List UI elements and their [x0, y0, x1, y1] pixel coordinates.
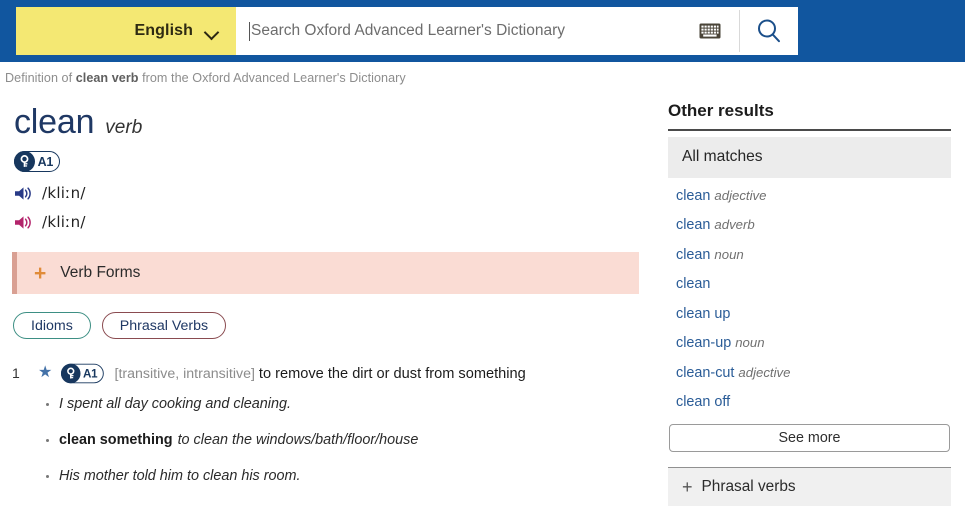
match-word: clean-cut: [676, 364, 735, 381]
idioms-button[interactable]: Idioms: [13, 312, 91, 339]
match-pos: adverb: [714, 217, 755, 233]
match-pos: adjective: [714, 187, 767, 203]
search-field[interactable]: [236, 7, 681, 55]
entry-shortcut-buttons: Idioms Phrasal Verbs: [0, 294, 660, 339]
list-item: His mother told him to clean his room.: [44, 468, 660, 485]
site-header: English: [0, 0, 965, 62]
match-pos: noun: [714, 246, 744, 262]
sidebar-title: Other results: [668, 101, 774, 120]
verb-forms-expander[interactable]: + Verb Forms: [12, 252, 639, 294]
cefr-level-label: A1: [37, 154, 54, 169]
other-results-sidebar: Other results All matches clean adjective…: [660, 93, 965, 506]
sense-1: 1 ★ A1 [transitive, intransitive] to remo…: [0, 339, 660, 384]
key-icon: [60, 363, 81, 384]
match-word: clean-up: [676, 335, 732, 352]
plus-icon: +: [682, 476, 693, 497]
pronunciation-bre-ipa: /kliːn/: [42, 184, 86, 202]
match-word: clean off: [676, 394, 731, 411]
page-title: clean: [14, 103, 95, 141]
breadcrumb: Definition of clean verb from the Oxford…: [0, 62, 965, 85]
pronunciation-row-bre: /kliːn/: [0, 173, 660, 202]
play-pronunciation-name-button[interactable]: [14, 214, 34, 231]
language-selector[interactable]: English: [16, 7, 236, 55]
search-input[interactable]: [251, 22, 681, 40]
key-glyph: [20, 155, 29, 167]
list-item[interactable]: clean-cut adjective: [668, 365, 965, 381]
list-item: I spent all day cooking and cleaning.: [44, 396, 660, 413]
play-pronunciation-bre-button[interactable]: [14, 185, 34, 202]
see-more-button[interactable]: See more: [669, 423, 950, 452]
list-item[interactable]: clean adjective: [668, 188, 965, 204]
phrasal-verbs-label: Phrasal verbs: [701, 477, 796, 495]
list-item: clean something to clean the windows/bath…: [44, 432, 660, 449]
keyboard-icon: [699, 23, 721, 39]
oxford-3000-star-icon: ★: [38, 364, 53, 381]
speaker-icon: [15, 186, 31, 200]
example-text: to clean the windows/bath/floor/house: [177, 432, 419, 448]
list-item[interactable]: clean noun: [668, 247, 965, 263]
phrasal-verbs-expander[interactable]: + Phrasal verbs: [668, 467, 951, 506]
virtual-keyboard-button[interactable]: [681, 7, 739, 55]
sense-definition: to remove the dirt or dust from somethin…: [258, 365, 526, 382]
match-word: clean up: [676, 305, 731, 322]
search-bar: English: [16, 7, 798, 55]
sense-number: 1: [12, 365, 20, 381]
match-word: clean: [676, 246, 711, 263]
sense-cefr-badge[interactable]: A1: [60, 363, 105, 384]
list-item[interactable]: clean up: [668, 306, 965, 322]
chevron-down-icon: [205, 27, 218, 36]
speaker-icon: [15, 215, 31, 229]
example-collocation: clean something: [59, 432, 173, 448]
match-pos: noun: [735, 335, 765, 351]
example-list: I spent all day cooking and cleaning. cl…: [0, 384, 660, 485]
text-caret: [249, 21, 250, 41]
example-text: His mother told him to clean his room.: [59, 468, 301, 484]
pronunciation-row-name: /kliːn/: [0, 202, 660, 231]
key-icon: [13, 151, 35, 172]
phrasal-verbs-button[interactable]: Phrasal Verbs: [101, 312, 227, 339]
breadcrumb-suffix: from the Oxford Advanced Learner's Dicti…: [138, 71, 406, 85]
entry-column: clean verb A1 /kliːn/ /kliːn/ + Verb For…: [0, 93, 660, 504]
cefr-badge[interactable]: A1: [13, 151, 61, 172]
match-word: clean: [676, 217, 711, 234]
key-glyph: [67, 367, 75, 379]
language-selector-label: English: [134, 22, 193, 39]
search-icon: [758, 19, 780, 43]
list-item[interactable]: clean adverb: [668, 217, 965, 233]
pronunciation-name-ipa: /kliːn/: [42, 213, 86, 231]
list-item[interactable]: clean off: [668, 394, 965, 410]
plus-icon: +: [34, 261, 47, 285]
match-word: clean: [676, 276, 711, 293]
sidebar-divider: [668, 129, 951, 131]
example-text: I spent all day cooking and cleaning.: [59, 396, 292, 412]
all-matches-header[interactable]: All matches: [668, 136, 951, 178]
breadcrumb-prefix: Definition of: [5, 71, 76, 85]
sense-body: A1 [transitive, intransitive] to remove t…: [60, 363, 526, 384]
sense-cefr-level-label: A1: [83, 366, 98, 381]
cefr-badge-row: A1: [0, 142, 660, 173]
breadcrumb-term: clean verb: [75, 71, 139, 85]
search-button[interactable]: [740, 7, 798, 55]
list-item[interactable]: clean-up noun: [668, 335, 965, 351]
part-of-speech-label: verb: [105, 117, 143, 138]
sense-grammar-label: [transitive, intransitive]: [114, 365, 255, 382]
verb-forms-label: Verb Forms: [60, 264, 141, 281]
match-list: clean adjective clean adverb clean noun cle…: [660, 178, 965, 411]
list-item[interactable]: clean: [668, 276, 965, 292]
match-word: clean: [676, 187, 711, 204]
page-body: clean verb A1 /kliːn/ /kliːn/ + Verb For…: [0, 85, 965, 506]
match-pos: adjective: [738, 364, 791, 380]
headword-row: clean verb: [0, 93, 660, 142]
